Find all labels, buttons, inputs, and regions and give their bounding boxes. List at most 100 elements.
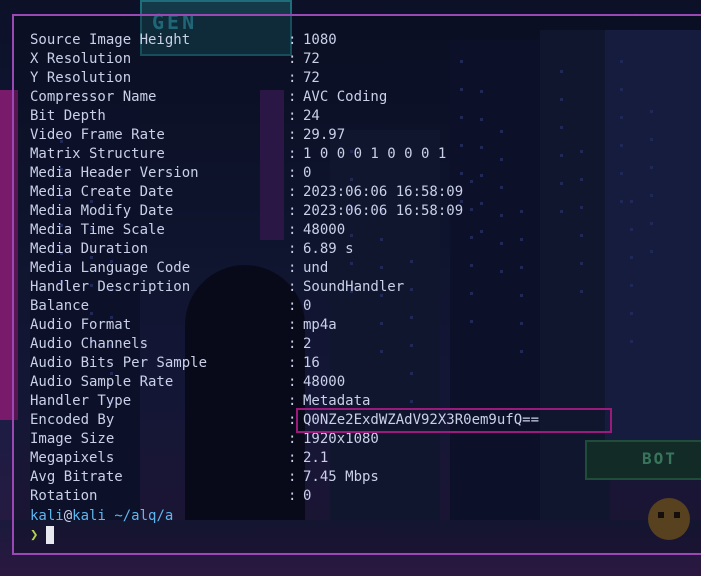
metadata-separator: :: [288, 279, 297, 295]
metadata-separator: :: [288, 184, 297, 200]
metadata-row: X Resolution:72: [30, 50, 320, 69]
metadata-value: 2.1: [303, 450, 329, 466]
metadata-separator: :: [288, 32, 297, 48]
metadata-value: 2023:06:06 16:58:09: [303, 184, 464, 200]
metadata-row: Audio Format: mp4a: [30, 316, 337, 335]
metadata-row: Bit Depth:24: [30, 107, 320, 126]
metadata-value: 2023:06:06 16:58:09: [303, 203, 464, 219]
metadata-value: 48000: [303, 222, 346, 238]
metadata-value: 48000: [303, 374, 346, 390]
metadata-key: Balance: [30, 298, 90, 314]
metadata-value: 6.89 s: [303, 241, 354, 257]
metadata-value: mp4a: [303, 317, 337, 333]
metadata-row: Audio Bits Per Sample:16: [30, 354, 320, 373]
metadata-row: Media Modify Date:2023:06:06 16:58:09: [30, 202, 463, 221]
metadata-row: Rotation:0: [30, 487, 311, 506]
metadata-key: Audio Format: [30, 317, 132, 333]
metadata-key: Image Size: [30, 431, 115, 447]
shell-prompt: kali@kali ~/alq/a: [30, 507, 173, 526]
metadata-separator: :: [288, 127, 297, 143]
metadata-key: Bit Depth: [30, 108, 106, 124]
metadata-row: Media Create Date:2023:06:06 16:58:09: [30, 183, 463, 202]
metadata-value: 1 0 0 0 1 0 0 0 1: [303, 146, 447, 162]
prompt-host: kali: [72, 508, 106, 524]
metadata-row: Media Duration:6.89 s: [30, 240, 354, 259]
prompt-symbol: ❯: [30, 527, 39, 543]
metadata-row: Audio Channels:2: [30, 335, 311, 354]
metadata-separator: :: [288, 51, 297, 67]
metadata-row: Avg Bitrate:7.45 Mbps: [30, 468, 379, 487]
metadata-row: Megapixels:2.1: [30, 449, 328, 468]
metadata-separator: :: [288, 488, 297, 504]
metadata-separator: :: [288, 355, 297, 371]
metadata-value: 16: [303, 355, 320, 371]
metadata-separator: :: [288, 374, 297, 390]
metadata-key: Compressor Name: [30, 89, 157, 105]
metadata-key: Handler Description: [30, 279, 191, 295]
metadata-row: Y Resolution:72: [30, 69, 320, 88]
metadata-key: Y Resolution: [30, 70, 132, 86]
metadata-value: 1920x1080: [303, 431, 379, 447]
metadata-value: 72: [303, 51, 320, 67]
metadata-separator: :: [288, 469, 297, 485]
metadata-row: Media Language Code: und: [30, 259, 328, 278]
metadata-key: Media Modify Date: [30, 203, 174, 219]
metadata-separator: :: [288, 222, 297, 238]
metadata-separator: :: [288, 260, 297, 276]
metadata-key: Audio Sample Rate: [30, 374, 174, 390]
prompt-path: ~/alq/a: [114, 508, 174, 524]
metadata-value: und: [303, 260, 329, 276]
metadata-separator: :: [288, 298, 297, 314]
metadata-value: 7.45 Mbps: [303, 469, 379, 485]
metadata-separator: :: [288, 165, 297, 181]
metadata-row: Handler Description: SoundHandler: [30, 278, 404, 297]
prompt-at: @: [63, 508, 73, 524]
metadata-separator: :: [288, 450, 297, 466]
metadata-value: 0: [303, 298, 312, 314]
metadata-value: 2: [303, 336, 312, 352]
metadata-key: Rotation: [30, 488, 98, 504]
metadata-row: Media Header Version:0: [30, 164, 311, 183]
encoded-by-highlight-box: [296, 408, 612, 433]
metadata-key: X Resolution: [30, 51, 132, 67]
metadata-row: Compressor Name: AVC Coding: [30, 88, 387, 107]
metadata-key: Megapixels: [30, 450, 115, 466]
metadata-value: Metadata: [303, 393, 371, 409]
metadata-row: Audio Sample Rate:48000: [30, 373, 345, 392]
metadata-separator: :: [288, 108, 297, 124]
metadata-key: Video Frame Rate: [30, 127, 165, 143]
metadata-key: Matrix Structure: [30, 146, 165, 162]
metadata-key: Media Header Version: [30, 165, 199, 181]
metadata-row: Source Image Height:1080: [30, 31, 337, 50]
metadata-separator: :: [288, 146, 297, 162]
metadata-key: Source Image Height: [30, 32, 191, 48]
metadata-value: 72: [303, 70, 320, 86]
metadata-key: Media Create Date: [30, 184, 174, 200]
metadata-key: Audio Bits Per Sample: [30, 355, 208, 371]
metadata-value: 29.97: [303, 127, 346, 143]
metadata-separator: :: [288, 317, 297, 333]
metadata-value: 0: [303, 165, 312, 181]
text-cursor[interactable]: [46, 526, 54, 544]
metadata-row: Media Time Scale:48000: [30, 221, 345, 240]
metadata-value: SoundHandler: [303, 279, 405, 295]
metadata-separator: :: [288, 203, 297, 219]
metadata-key: Audio Channels: [30, 336, 149, 352]
metadata-key: Avg Bitrate: [30, 469, 123, 485]
metadata-row: Balance:0: [30, 297, 311, 316]
metadata-key: Media Language Code: [30, 260, 191, 276]
metadata-separator: :: [288, 89, 297, 105]
prompt-user: kali: [30, 508, 64, 524]
terminal-window[interactable]: Source Image Height:1080 X Resolution:72 Y…: [12, 14, 701, 555]
metadata-key: Media Time Scale: [30, 222, 165, 238]
metadata-row: Matrix Structure:1 0 0 0 1 0 0 0 1: [30, 145, 446, 164]
metadata-value: 1080: [303, 32, 337, 48]
metadata-value: 0: [303, 488, 312, 504]
metadata-key: Media Duration: [30, 241, 149, 257]
metadata-value: AVC Coding: [303, 89, 388, 105]
metadata-separator: :: [288, 336, 297, 352]
metadata-key: Encoded By: [30, 412, 115, 428]
metadata-separator: :: [288, 70, 297, 86]
metadata-value: 24: [303, 108, 320, 124]
metadata-separator: :: [288, 241, 297, 257]
